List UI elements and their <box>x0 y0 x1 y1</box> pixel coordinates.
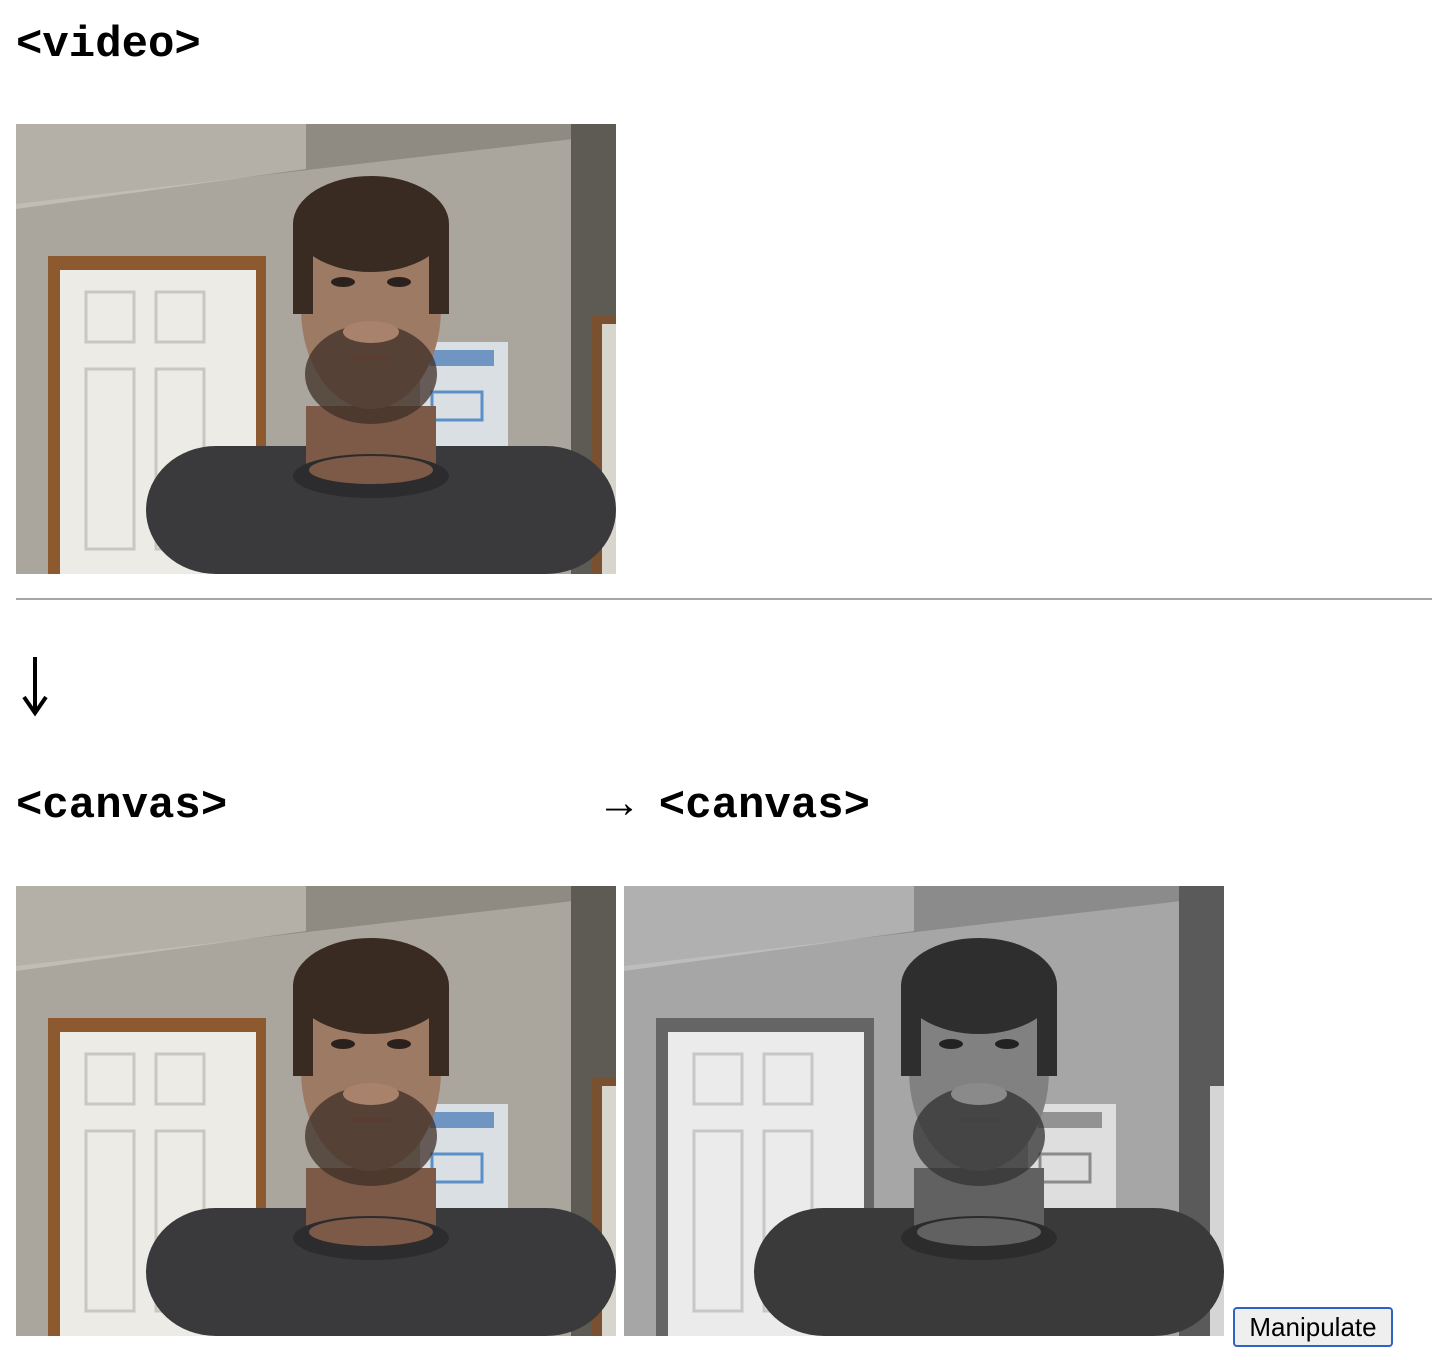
output-canvas-heading: → <canvas> <box>606 781 871 831</box>
source-canvas-heading: <canvas> <box>16 781 228 831</box>
webcam-video <box>16 124 616 574</box>
grayscale-canvas <box>624 886 1224 1336</box>
video-heading: <video> <box>16 20 201 70</box>
grayscale-canvas-frame <box>624 886 1224 1336</box>
down-arrow-icon <box>22 657 48 717</box>
source-canvas-frame <box>16 886 616 1336</box>
section-divider <box>16 598 1432 600</box>
manipulate-button[interactable]: Manipulate <box>1233 1307 1393 1347</box>
webcam-video-frame <box>16 124 616 574</box>
source-canvas <box>16 886 616 1336</box>
